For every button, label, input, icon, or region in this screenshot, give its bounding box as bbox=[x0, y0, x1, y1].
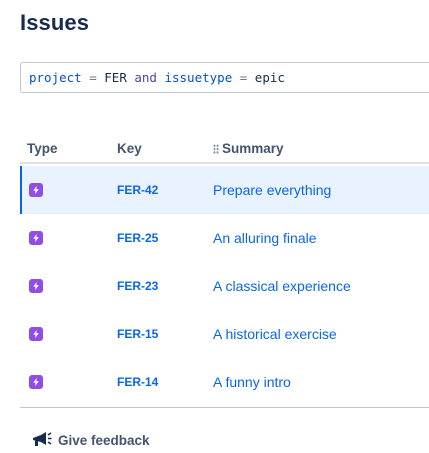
lightning-epic-icon bbox=[29, 231, 43, 245]
table-row[interactable]: FER-15 A historical exercise bbox=[20, 310, 429, 358]
issue-key-link[interactable]: FER-23 bbox=[117, 279, 158, 293]
lightning-epic-icon bbox=[29, 279, 43, 293]
issues-page: Issues project = FER and issuetype = epi… bbox=[0, 0, 429, 453]
jql-token: = bbox=[232, 70, 255, 85]
jql-search-input[interactable]: project = FER and issuetype = epic bbox=[20, 62, 429, 93]
give-feedback-button[interactable]: Give feedback bbox=[30, 431, 150, 449]
jql-token: project bbox=[29, 70, 82, 85]
issue-key-link[interactable]: FER-42 bbox=[117, 183, 158, 197]
issue-summary-link[interactable]: A funny intro bbox=[213, 374, 291, 390]
table-row[interactable]: FER-14 A funny intro bbox=[20, 358, 429, 406]
issue-key-link[interactable]: FER-25 bbox=[117, 231, 158, 245]
jql-token: = bbox=[81, 70, 105, 85]
megaphone-icon bbox=[30, 431, 52, 449]
drag-handle-icon[interactable] bbox=[213, 143, 219, 154]
issue-summary-link[interactable]: Prepare everything bbox=[213, 182, 331, 198]
lightning-epic-icon bbox=[29, 327, 43, 341]
table-row[interactable]: FER-25 An alluring finale bbox=[20, 214, 429, 262]
column-header-summary[interactable]: Summary bbox=[213, 141, 284, 156]
column-header-type[interactable]: Type bbox=[27, 141, 58, 156]
give-feedback-label: Give feedback bbox=[58, 432, 150, 448]
table-divider bbox=[20, 407, 429, 408]
column-header-summary-label: Summary bbox=[222, 141, 284, 156]
issue-key-link[interactable]: FER-15 bbox=[117, 327, 158, 341]
table-row[interactable]: FER-42 Prepare everything bbox=[20, 166, 429, 214]
jql-token: epic bbox=[254, 70, 285, 85]
issue-key-link[interactable]: FER-14 bbox=[117, 375, 158, 389]
page-title: Issues bbox=[20, 10, 90, 35]
jql-token: issuetype bbox=[164, 70, 233, 85]
issue-summary-link[interactable]: A historical exercise bbox=[213, 326, 337, 342]
issues-table-body: FER-42 Prepare everything FER-25 An allurin… bbox=[20, 166, 429, 406]
table-row[interactable]: FER-23 A classical experience bbox=[20, 262, 429, 310]
lightning-epic-icon bbox=[29, 183, 43, 197]
jql-token: and bbox=[126, 70, 165, 85]
lightning-epic-icon bbox=[29, 375, 43, 389]
issue-summary-link[interactable]: An alluring finale bbox=[213, 230, 317, 246]
table-header: Type Key Summary bbox=[20, 132, 429, 164]
issue-summary-link[interactable]: A classical experience bbox=[213, 278, 351, 294]
column-header-key[interactable]: Key bbox=[117, 141, 142, 156]
jql-token: FER bbox=[104, 70, 127, 85]
